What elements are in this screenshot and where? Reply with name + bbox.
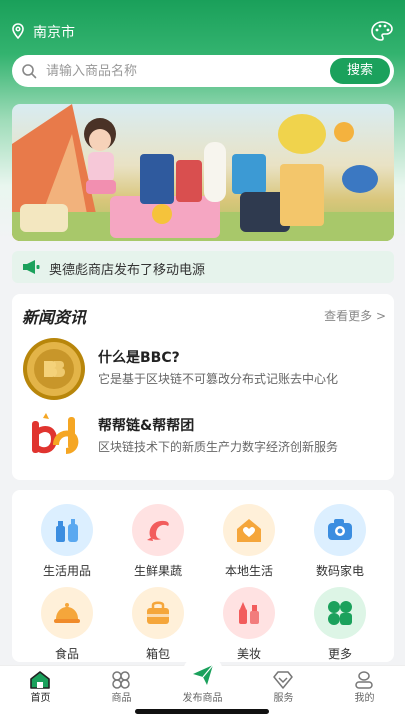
toiletries-icon [56,519,78,542]
category-label: 生活用品 [42,564,91,578]
news-item-title: 什么是BBC? [98,350,180,366]
tab-profile[interactable]: 我的 [324,666,405,720]
category-fresh-produce[interactable]: 生鲜果蔬 [118,504,198,584]
category-daily-goods[interactable]: 生活用品 [27,504,107,584]
category-grid: 生活用品 生鲜果蔬 本地生活 数码家电 食品 箱包 美妆 更多 [12,490,394,662]
tab-label: 商品 [111,693,132,704]
category-cosmetics[interactable]: 美妆 [209,587,289,667]
home-icon [30,671,50,689]
category-more[interactable]: 更多 [300,587,380,667]
category-bags[interactable]: 箱包 [118,587,198,667]
category-label: 食品 [54,647,79,661]
category-label: 箱包 [145,647,170,661]
search-icon [22,64,37,79]
more-icon [328,601,352,625]
news-item-desc: 区块链技术下的新质生产力数字经济创新服务 [98,440,339,454]
top-bar: 南京市 [0,18,405,46]
diamond-icon [273,671,293,689]
tab-label: 发布商品 [182,693,223,704]
category-digital-appliances[interactable]: 数码家电 [300,504,380,584]
category-label: 本地生活 [224,564,273,578]
view-more-link[interactable]: 查看更多 > [324,307,386,324]
location-pin-icon[interactable] [11,23,25,39]
promo-banner[interactable] [12,104,394,241]
house-icon [237,519,261,542]
tab-label: 服务 [273,693,294,704]
camera-icon [328,519,352,540]
palette-icon[interactable] [371,21,393,41]
banner-illustration [12,104,394,241]
category-label: 数码家电 [315,564,364,578]
news-title: 新闻资讯 [22,308,87,327]
home-indicator [135,709,269,714]
user-icon [355,671,373,689]
cloche-icon [54,603,80,623]
news-item[interactable]: 帮帮链&帮帮团 区块链技术下的新质生产力数字经济创新服务 [12,405,394,471]
category-label: 生鲜果蔬 [133,564,182,578]
bbc-coin-icon [23,338,85,400]
category-label: 美妆 [236,647,261,661]
category-local-life[interactable]: 本地生活 [209,504,289,584]
news-item-title: 帮帮链&帮帮团 [98,418,195,434]
search-bar: 搜索 [12,55,394,87]
category-label: 更多 [327,647,352,661]
tab-label: 我的 [354,693,375,704]
grid-icon [112,671,130,689]
bag-icon [147,601,169,624]
send-icon [193,664,214,685]
news-section: 新闻资讯 查看更多 > 什么是BBC? 它是基于区块链不可篡改分布式记账去中心化… [12,294,394,480]
news-item-desc: 它是基于区块链不可篡改分布式记账去中心化 [98,372,339,386]
city-selector[interactable]: 南京市 [33,22,75,42]
megaphone-icon [23,260,40,274]
notice-text: 奥德彪商店发布了移动电源 [49,263,206,278]
bangbang-logo-icon [32,413,79,454]
tab-home[interactable]: 首页 [0,666,81,720]
tab-label: 首页 [30,693,51,704]
search-button[interactable]: 搜索 [330,58,390,84]
shrimp-icon [147,520,169,541]
cosmetics-icon [239,602,259,624]
category-food[interactable]: 食品 [27,587,107,667]
news-item[interactable]: 什么是BBC? 它是基于区块链不可篡改分布式记账去中心化 [12,337,394,403]
search-input[interactable] [46,55,326,87]
notice-bar[interactable]: 奥德彪商店发布了移动电源 [12,251,394,283]
